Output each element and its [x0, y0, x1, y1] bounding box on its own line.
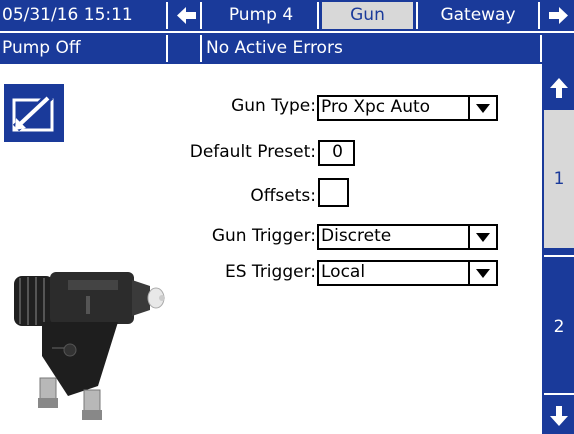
edit-icon	[12, 92, 54, 132]
tab-prev-button[interactable]	[171, 2, 202, 29]
edit-button[interactable]	[4, 84, 64, 142]
datetime: 05/31/16 15:11	[2, 2, 168, 29]
error-status: No Active Errors	[206, 38, 343, 58]
spray-gun-image	[8, 266, 170, 428]
arrow-down-icon	[550, 406, 568, 426]
scroll-up-button[interactable]	[544, 74, 574, 102]
es-trigger-value: Local	[321, 262, 366, 282]
gun-type-label: Gun Type:	[231, 96, 316, 116]
gun-type-dropdown[interactable]: Pro Xpc Auto	[317, 95, 498, 121]
offsets-checkbox[interactable]	[318, 178, 349, 207]
page-2-label: 2	[553, 317, 565, 337]
tab-pump-4[interactable]: Pump 4	[205, 2, 319, 29]
status-bar-right-block	[540, 35, 574, 62]
tab-next-button[interactable]	[542, 2, 574, 29]
es-trigger-dropdown[interactable]: Local	[317, 260, 498, 286]
gun-type-value: Pro Xpc Auto	[321, 97, 431, 117]
page-1-button[interactable]: 1	[544, 110, 574, 248]
chevron-down-icon	[468, 262, 496, 284]
default-preset-label: Default Preset:	[189, 142, 316, 162]
chevron-down-icon	[468, 97, 496, 119]
arrow-up-icon	[550, 78, 568, 98]
status-indicator	[171, 35, 202, 62]
gun-trigger-dropdown[interactable]: Discrete	[317, 224, 498, 250]
tab-gateway[interactable]: Gateway	[416, 2, 540, 29]
arrow-left-icon	[177, 7, 196, 24]
chevron-down-icon	[468, 226, 496, 248]
page-2-button[interactable]: 2	[544, 255, 574, 395]
default-preset-field[interactable]: 0	[318, 140, 355, 166]
scroll-down-button[interactable]	[544, 400, 574, 430]
default-preset-value: 0	[332, 142, 343, 162]
tab-gun[interactable]: Gun	[322, 2, 413, 29]
arrow-right-icon	[549, 7, 568, 24]
gun-trigger-value: Discrete	[321, 226, 392, 246]
pump-status: Pump Off	[2, 35, 168, 62]
gun-trigger-label: Gun Trigger:	[211, 226, 316, 246]
page-1-label: 1	[553, 169, 565, 189]
offsets-label: Offsets:	[250, 186, 316, 206]
es-trigger-label: ES Trigger:	[225, 262, 316, 282]
